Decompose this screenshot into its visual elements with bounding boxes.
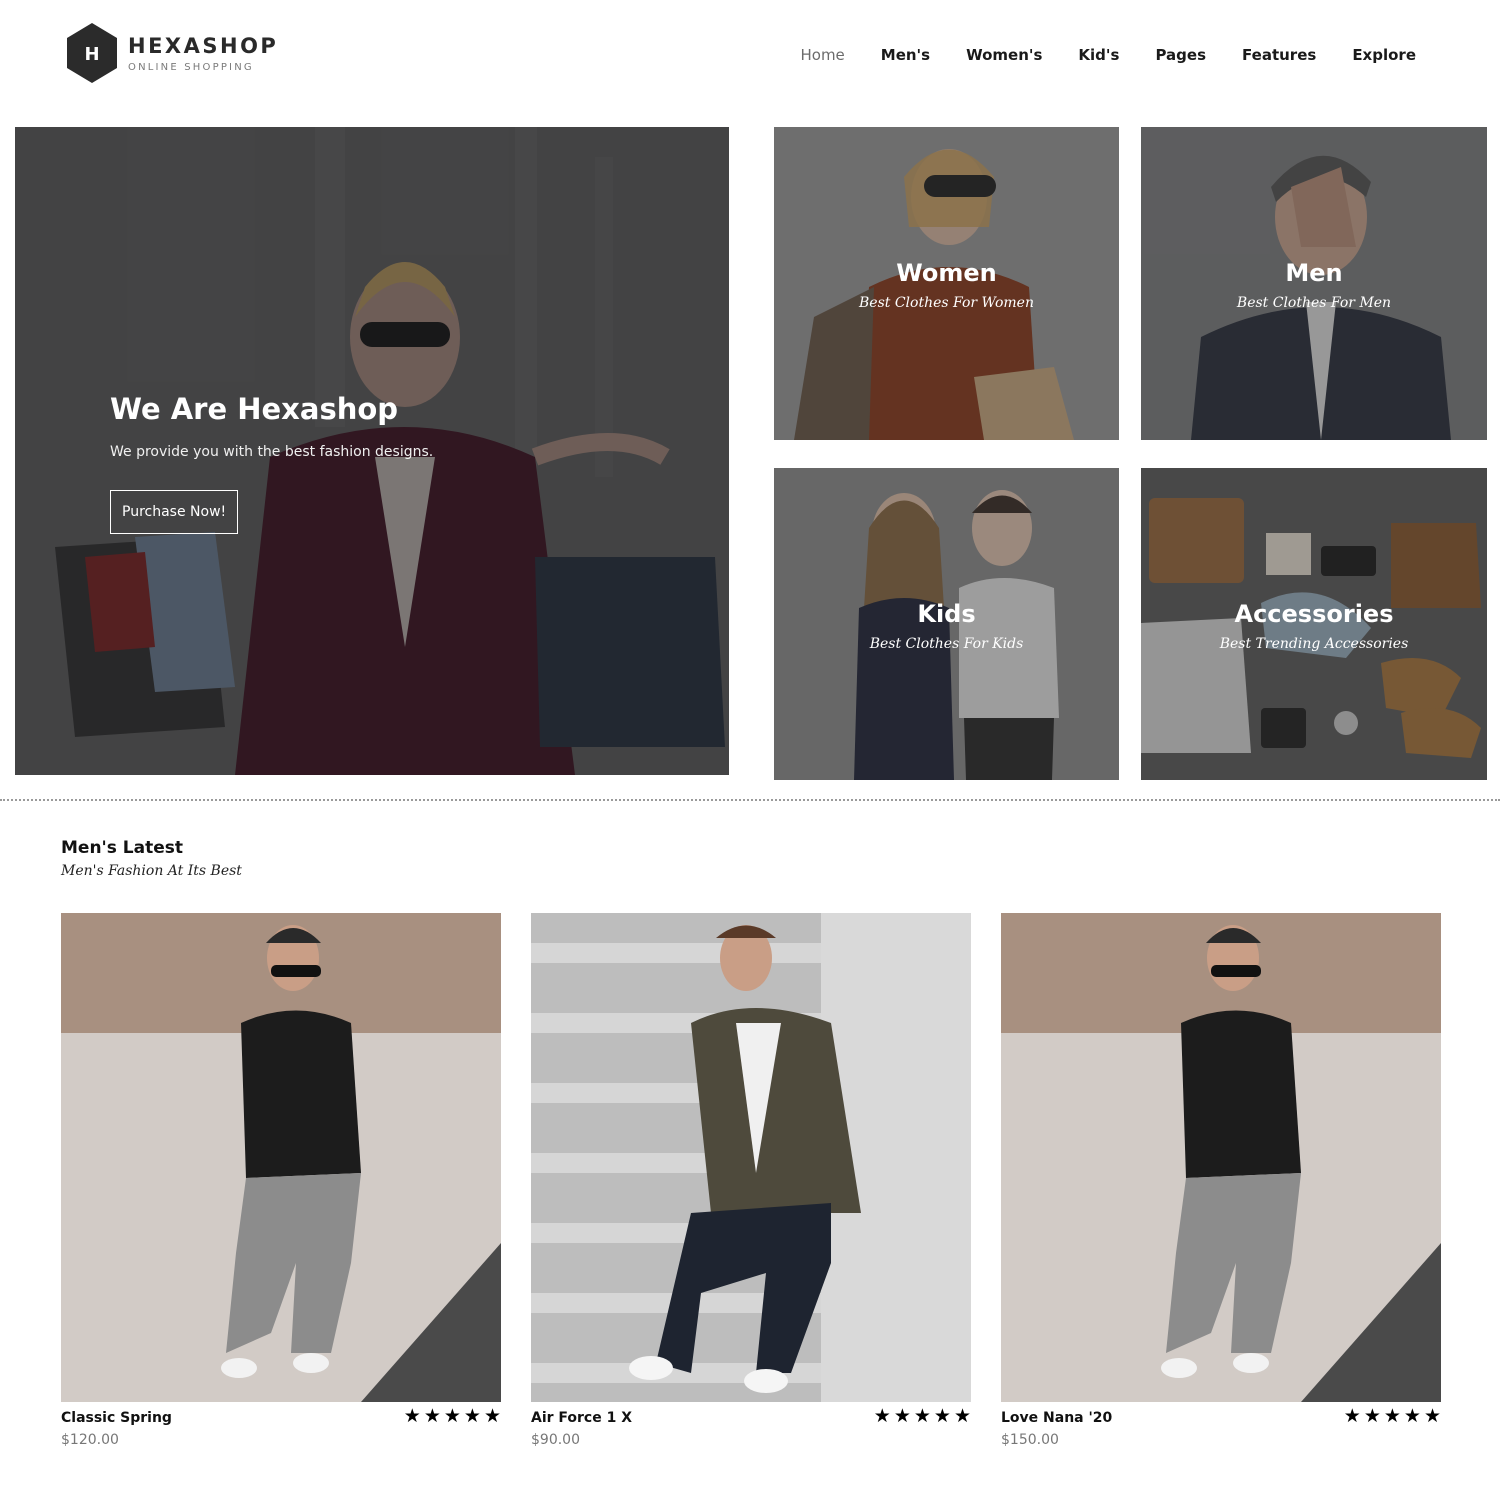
hero-subtitle: We provide you with the best fashion des… [110,444,434,460]
section-subtitle: Men's Fashion At Its Best [61,863,242,879]
nav-pages[interactable]: Pages [1155,46,1206,64]
star-icon: ★ [1363,1406,1381,1427]
star-icon: ★ [403,1406,421,1427]
product-price: $150.00 [1001,1432,1059,1448]
star-icon: ★ [1423,1406,1441,1427]
product-card: Air Force 1 X ★ ★ ★ ★ ★ $90.00 [531,913,971,1450]
section-title: Men's Latest [61,838,183,858]
product-name[interactable]: Love Nana '20 [1001,1410,1112,1426]
purchase-now-button[interactable]: Purchase Now! [110,490,239,534]
product-price: $120.00 [61,1432,119,1448]
star-icon: ★ [423,1406,441,1427]
category-title: Accessories [1234,600,1394,628]
star-icon: ★ [1383,1406,1401,1427]
category-subtitle: Best Clothes For Kids [869,636,1024,652]
product-name[interactable]: Classic Spring [61,1410,172,1426]
main-nav: Home Men's Women's Kid's Pages Features … [764,46,1416,64]
category-women[interactable]: Women Best Clothes For Women [774,127,1119,440]
star-icon: ★ [483,1406,501,1427]
nav-kids[interactable]: Kid's [1078,46,1119,64]
category-accessories[interactable]: Accessories Best Trending Accessories [1141,468,1487,780]
product-image[interactable] [531,913,971,1402]
nav-home[interactable]: Home [800,46,844,64]
star-icon: ★ [873,1406,891,1427]
site-header: H HEXASHOP ONLINE SHOPPING Home Men's Wo… [0,0,1500,110]
logo[interactable]: H HEXASHOP ONLINE SHOPPING [66,22,278,84]
star-icon: ★ [443,1406,461,1427]
product-card: Classic Spring ★ ★ ★ ★ ★ $120.00 [61,913,501,1450]
category-title: Women [896,259,997,287]
category-title: Kids [917,600,976,628]
category-men[interactable]: Men Best Clothes For Men [1141,127,1487,440]
nav-mens[interactable]: Men's [881,46,930,64]
category-subtitle: Best Clothes For Men [1236,295,1392,311]
section-divider [0,799,1500,801]
star-icon: ★ [1343,1406,1361,1427]
hexagon-logo-icon: H [66,22,118,84]
product-image[interactable] [1001,913,1441,1402]
nav-explore[interactable]: Explore [1352,46,1416,64]
product-name[interactable]: Air Force 1 X [531,1410,632,1426]
star-icon: ★ [463,1406,481,1427]
logo-letter: H [84,44,99,65]
star-icon: ★ [1403,1406,1421,1427]
product-price: $90.00 [531,1432,580,1448]
category-title: Men [1285,259,1343,287]
product-image[interactable] [61,913,501,1402]
star-icon: ★ [893,1406,911,1427]
brand-name: HEXASHOP [128,33,279,58]
category-subtitle: Best Trending Accessories [1219,636,1409,652]
rating-stars: ★ ★ ★ ★ ★ [404,1407,501,1427]
star-icon: ★ [953,1406,971,1427]
category-kids[interactable]: Kids Best Clothes For Kids [774,468,1119,780]
hero-banner: We Are Hexashop We provide you with the … [15,127,729,775]
category-subtitle: Best Clothes For Women [859,295,1034,311]
star-icon: ★ [913,1406,931,1427]
star-icon: ★ [933,1406,951,1427]
nav-womens[interactable]: Women's [966,46,1042,64]
product-card: Love Nana '20 ★ ★ ★ ★ ★ $150.00 [1001,913,1441,1450]
rating-stars: ★ ★ ★ ★ ★ [874,1407,971,1427]
hero-title: We Are Hexashop [110,392,399,426]
nav-features[interactable]: Features [1242,46,1316,64]
brand-tagline: ONLINE SHOPPING [128,61,254,73]
rating-stars: ★ ★ ★ ★ ★ [1344,1407,1441,1427]
